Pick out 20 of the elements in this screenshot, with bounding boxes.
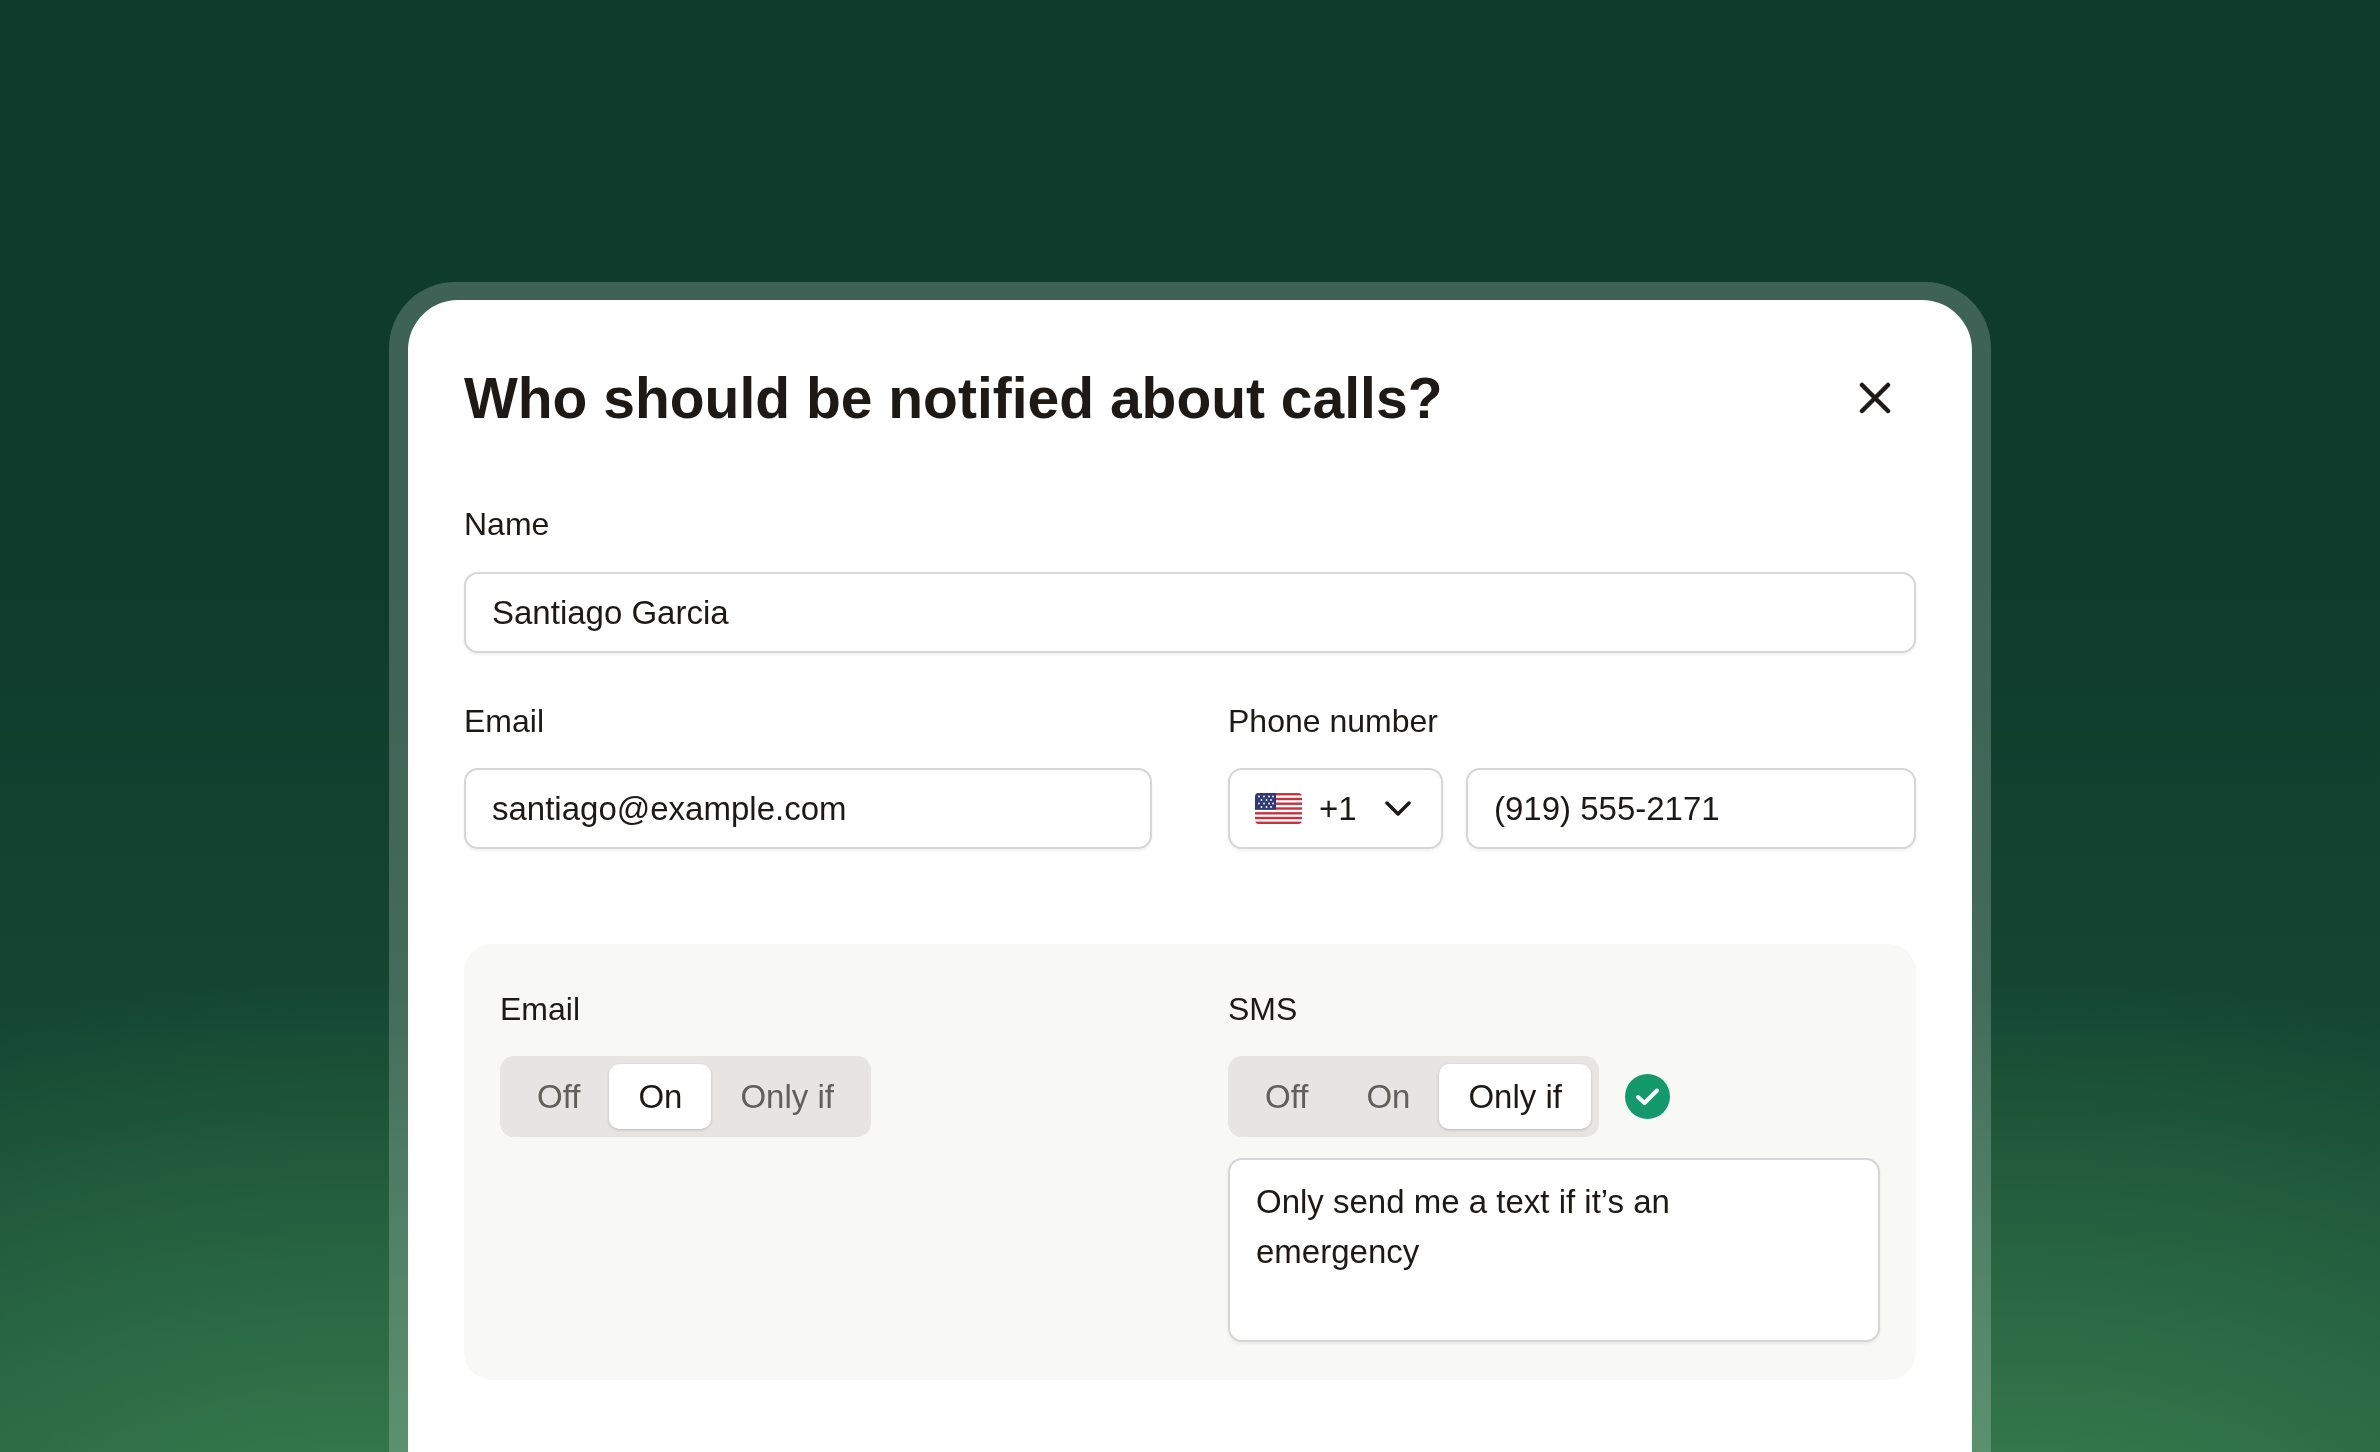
country-code-select[interactable]: +1 <box>1228 768 1443 849</box>
segment-option[interactable]: On <box>1337 1064 1440 1129</box>
condition-field[interactable]: Only send me a text if it’s an emergency <box>1228 1158 1880 1342</box>
segment-option[interactable]: Only if <box>1439 1064 1591 1129</box>
close-icon <box>1859 382 1891 414</box>
field-label: Email <box>464 702 545 741</box>
segment-option[interactable]: Off <box>508 1064 610 1129</box>
segment-option[interactable]: Off <box>1236 1064 1338 1129</box>
dialog-title: Who should be notified about calls? <box>464 365 1443 432</box>
field-label: Name <box>464 505 551 544</box>
segment-option[interactable]: On <box>609 1064 712 1129</box>
flag-icon <box>1255 793 1302 824</box>
name-field[interactable]: Santiago Garcia <box>464 572 1916 653</box>
segment-option[interactable]: Only if <box>711 1064 863 1129</box>
phone-field[interactable]: (919) 555-2171 <box>1466 768 1916 849</box>
channel-label: SMS <box>1228 990 1299 1029</box>
field-label: Phone number <box>1228 702 1439 741</box>
chevron-down-icon <box>1385 800 1411 817</box>
channel-label: Email <box>500 990 581 1029</box>
email-field[interactable]: santiago@example.com <box>464 768 1152 849</box>
